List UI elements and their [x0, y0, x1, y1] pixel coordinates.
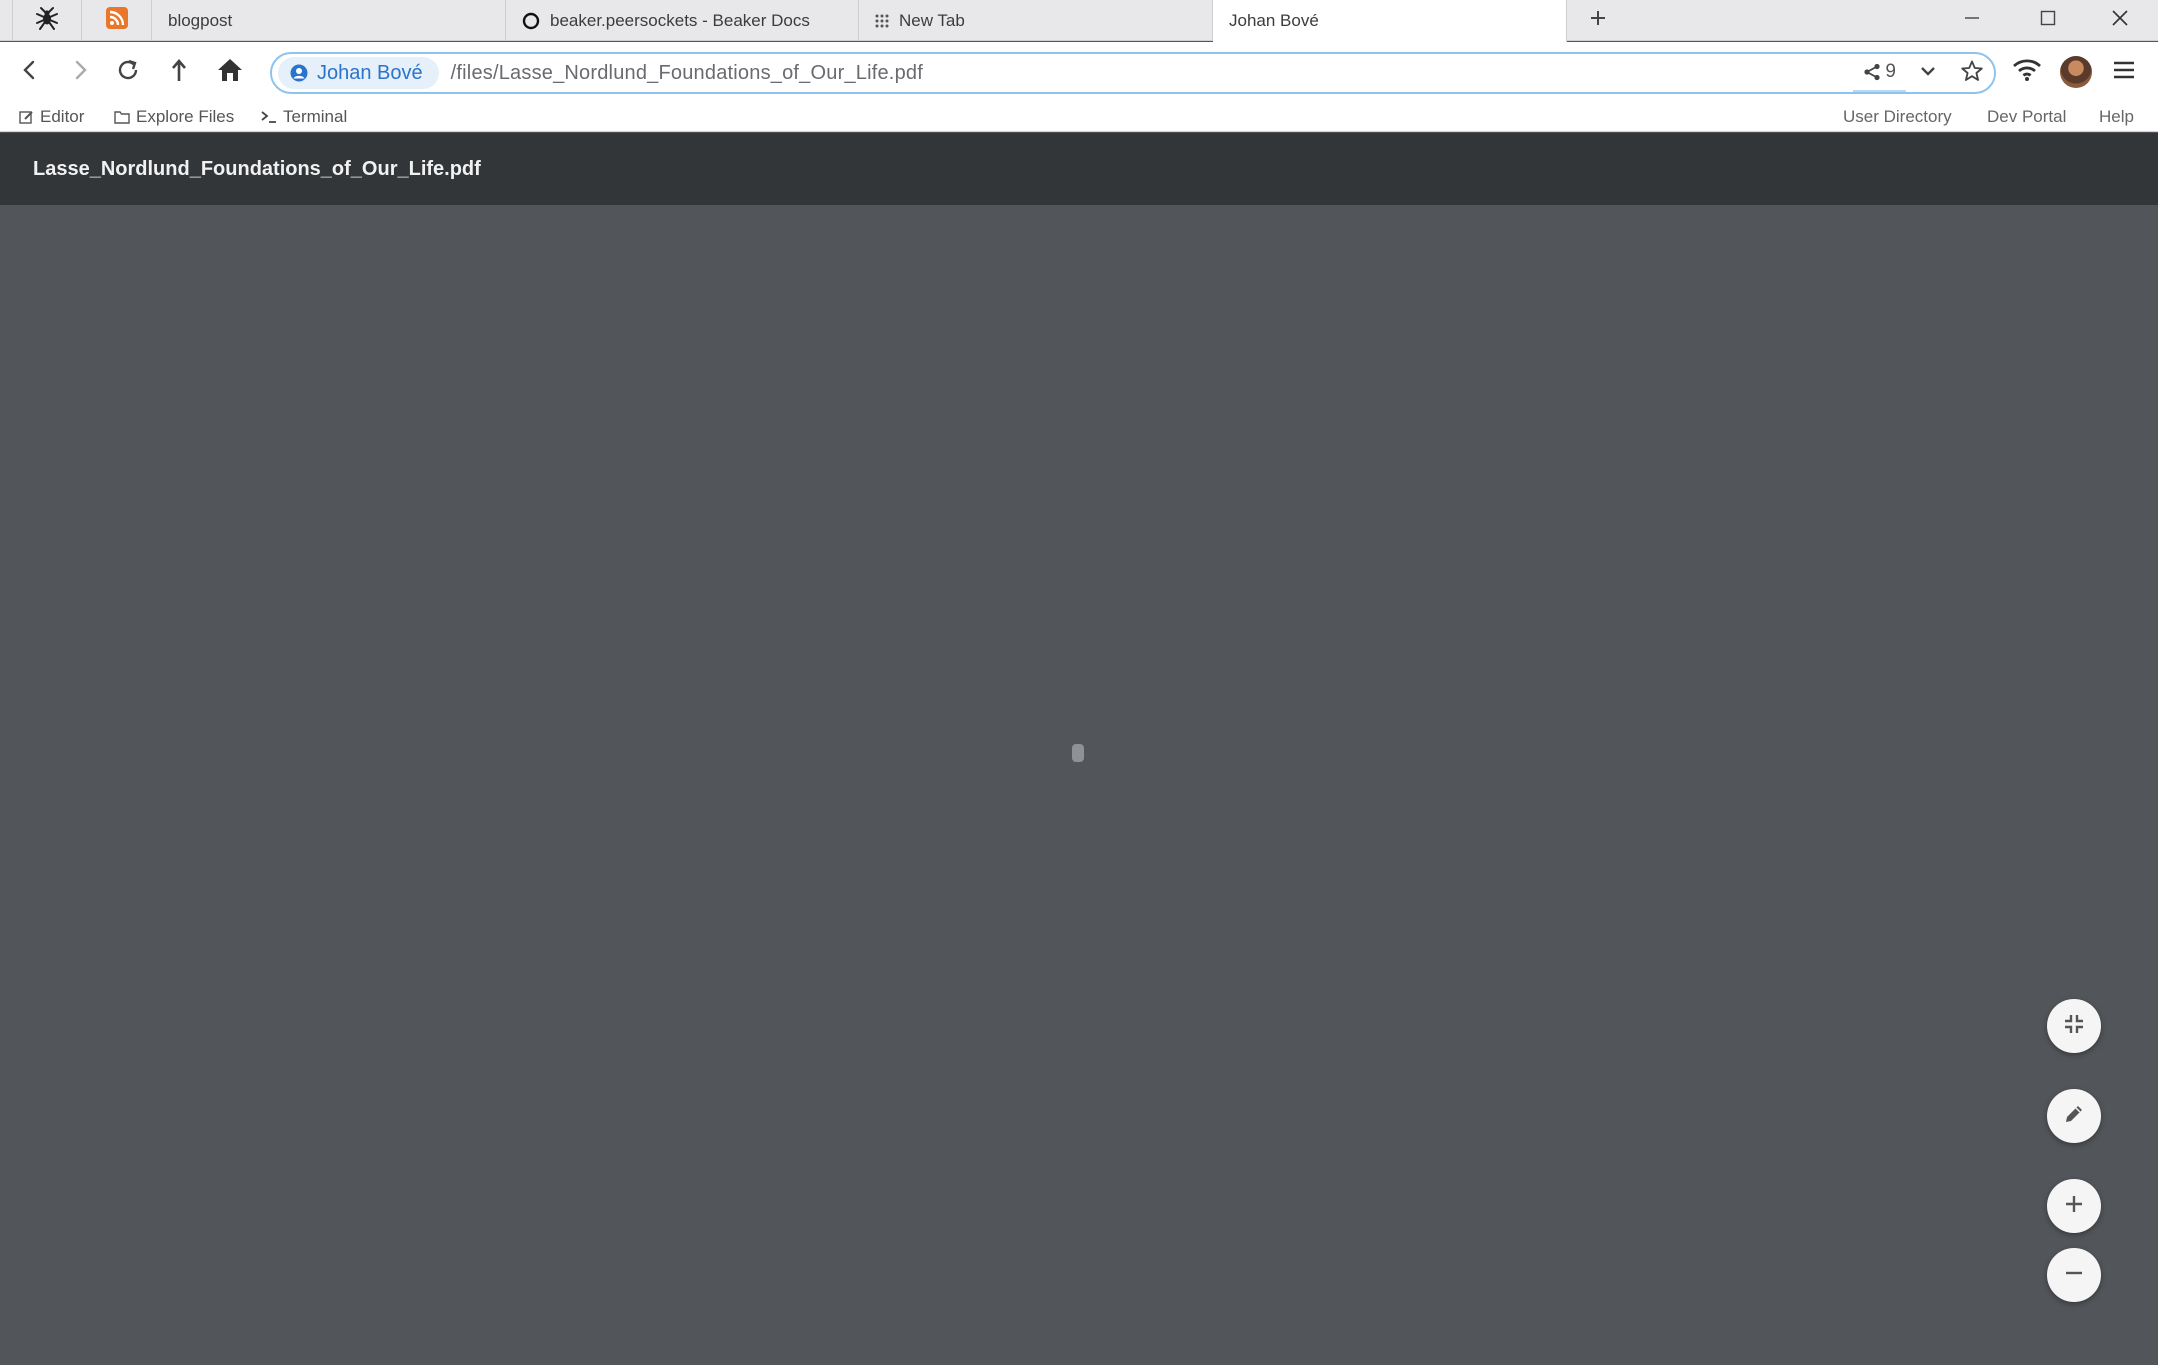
user-directory-label: User Directory: [1843, 107, 1952, 126]
circle-icon: [522, 12, 540, 30]
site-menu-dropdown[interactable]: [1906, 54, 1950, 92]
back-button[interactable]: [8, 50, 52, 94]
arrow-up-icon: [168, 57, 190, 88]
identity-label: Johan Bové: [317, 61, 423, 84]
new-tab-button[interactable]: [1570, 0, 1626, 41]
navigation-toolbar: Johan Bové /files/Lasse_Nordlund_Foundat…: [0, 42, 2158, 102]
terminal-icon: [261, 110, 277, 124]
wifi-icon: [2012, 58, 2042, 87]
avatar[interactable]: [2060, 56, 2092, 88]
site-identity-button[interactable]: Johan Bové: [278, 57, 439, 89]
tab-label: New Tab: [899, 10, 965, 30]
address-bar[interactable]: Johan Bové /files/Lasse_Nordlund_Foundat…: [270, 52, 1996, 94]
zoom-in-button[interactable]: [2047, 1179, 2101, 1233]
up-directory-button[interactable]: [157, 50, 201, 94]
site-toolbar: Editor Explore Files Terminal User Direc…: [0, 102, 2158, 132]
tab-johan-bove[interactable]: Johan Bové: [1213, 0, 1567, 42]
plus-icon: [1589, 9, 1607, 32]
explore-files-link[interactable]: Explore Files: [114, 102, 234, 132]
reload-button[interactable]: [106, 50, 150, 94]
bookmark-button[interactable]: [1950, 54, 1994, 92]
compress-icon: [2064, 1014, 2084, 1039]
arrow-left-icon: [19, 59, 41, 86]
rss-feed-icon: [105, 7, 128, 34]
chevron-down-icon: [1920, 64, 1936, 82]
tab-new-tab[interactable]: New Tab: [859, 0, 1213, 41]
main-menu-button[interactable]: [2102, 50, 2146, 94]
hamburger-menu-icon: [2113, 60, 2135, 85]
tab-label: blogpost: [168, 10, 233, 30]
pdf-title: Lasse_Nordlund_Foundations_of_Our_Life.p…: [33, 157, 481, 180]
zoom-out-button[interactable]: [2047, 1248, 2101, 1302]
pencil-icon: [2063, 1103, 2085, 1130]
loading-indicator: [1072, 744, 1084, 762]
peer-count: 9: [1885, 61, 1896, 82]
peer-count-button[interactable]: 9: [1853, 54, 1906, 92]
reload-icon: [115, 57, 141, 88]
maximize-icon: [2040, 10, 2056, 31]
pinned-tab-beaker[interactable]: [12, 0, 82, 41]
editor-label: Editor: [40, 107, 85, 126]
close-window-button[interactable]: [2082, 0, 2158, 41]
minimize-icon: [1964, 10, 1980, 31]
pdf-viewer-body: [0, 205, 2158, 1365]
folder-icon: [114, 110, 130, 124]
editor-link[interactable]: Editor: [19, 102, 84, 132]
terminal-label: Terminal: [283, 107, 348, 126]
annotate-button[interactable]: [2047, 1089, 2101, 1143]
terminal-link[interactable]: Terminal: [261, 102, 347, 132]
share-icon: [1863, 63, 1881, 81]
pdf-viewer-header: Lasse_Nordlund_Foundations_of_Our_Life.p…: [0, 133, 2158, 205]
dev-portal-label: Dev Portal: [1987, 107, 2067, 126]
user-directory-link[interactable]: User Directory: [1843, 102, 1952, 132]
user-circle-icon: [290, 64, 308, 82]
tab-strip: blogpost beaker.peersockets - Beaker Doc…: [0, 0, 2158, 42]
edit-icon: [19, 110, 34, 125]
close-icon: [2111, 9, 2129, 32]
plus-icon: [2064, 1194, 2084, 1219]
star-icon: [1960, 59, 1984, 88]
arrow-right-icon: [69, 59, 91, 86]
minimize-button[interactable]: [1934, 0, 2010, 41]
tab-label: beaker.peersockets - Beaker Docs: [550, 10, 810, 30]
home-icon: [216, 57, 244, 88]
minus-icon: [2064, 1263, 2084, 1288]
explore-files-label: Explore Files: [136, 107, 235, 126]
pinned-tab-rss[interactable]: [82, 0, 152, 41]
tab-beaker-docs[interactable]: beaker.peersockets - Beaker Docs: [506, 0, 859, 41]
maximize-button[interactable]: [2010, 0, 2086, 41]
network-status-button[interactable]: [2005, 50, 2049, 94]
help-link[interactable]: Help: [2099, 102, 2134, 132]
spider-icon: [34, 5, 60, 36]
fit-to-page-button[interactable]: [2047, 999, 2101, 1053]
home-button[interactable]: [208, 50, 252, 94]
url-path[interactable]: /files/Lasse_Nordlund_Foundations_of_Our…: [451, 62, 923, 85]
help-label: Help: [2099, 107, 2134, 126]
grid-icon: [875, 14, 889, 28]
tab-blogpost[interactable]: blogpost: [152, 0, 506, 41]
dev-portal-link[interactable]: Dev Portal: [1987, 102, 2066, 132]
tab-label: Johan Bové: [1229, 11, 1319, 30]
forward-button[interactable]: [58, 50, 102, 94]
